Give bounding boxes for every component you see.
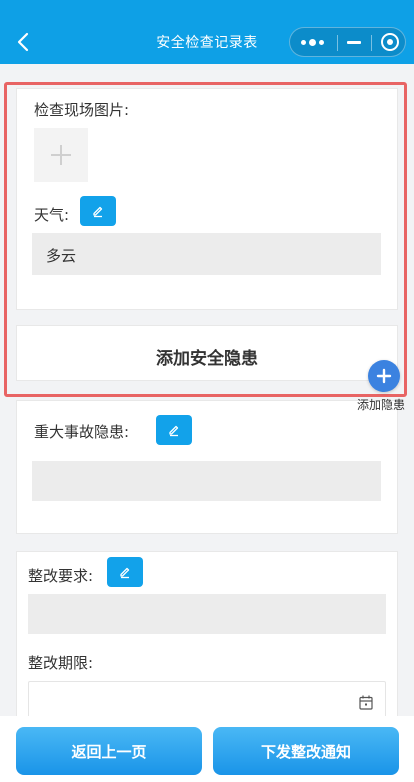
- add-hazard-label: 添加安全隐患: [156, 349, 258, 369]
- plus-icon: [376, 368, 392, 384]
- add-photo-button[interactable]: [34, 128, 88, 182]
- close-button[interactable]: [374, 28, 406, 56]
- edit-major-hazard-button[interactable]: [156, 415, 192, 445]
- minimize-button[interactable]: [340, 28, 368, 56]
- fab-label: 添加隐患: [357, 398, 406, 412]
- photo-label: 检查现场图片:: [34, 101, 130, 119]
- add-hazard-fab[interactable]: [368, 360, 400, 392]
- weather-value: 多云: [46, 247, 77, 265]
- edit-requirement-button[interactable]: [107, 557, 143, 587]
- more-icon-dot: [318, 39, 324, 45]
- requirement-label: 整改要求:: [28, 567, 94, 585]
- edit-icon: [120, 567, 130, 579]
- edit-icon: [93, 206, 103, 218]
- edit-weather-button[interactable]: [80, 196, 116, 226]
- weather-field[interactable]: [32, 233, 381, 275]
- deadline-label: 整改期限:: [28, 654, 94, 672]
- more-icon-dot: [308, 38, 316, 46]
- more-button[interactable]: [290, 28, 334, 56]
- calendar-icon: [359, 695, 373, 710]
- inspection-card: [16, 88, 398, 310]
- requirement-field[interactable]: [28, 594, 386, 634]
- edit-icon: [169, 425, 179, 437]
- divider: [371, 35, 372, 51]
- major-hazard-label: 重大事故隐患:: [34, 423, 130, 441]
- mini-program-capsule: [289, 27, 406, 57]
- nav-header: 安全检查记录表: [0, 0, 414, 64]
- major-hazard-field[interactable]: [32, 461, 381, 501]
- minimize-icon: [347, 40, 361, 44]
- plus-icon: [51, 145, 71, 165]
- more-icon: [300, 39, 306, 45]
- close-icon: [381, 33, 399, 51]
- back-page-button[interactable]: 返回上一页: [16, 727, 202, 775]
- divider: [337, 35, 338, 51]
- issue-notice-button[interactable]: 下发整改通知: [213, 727, 399, 775]
- weather-label: 天气:: [34, 206, 70, 224]
